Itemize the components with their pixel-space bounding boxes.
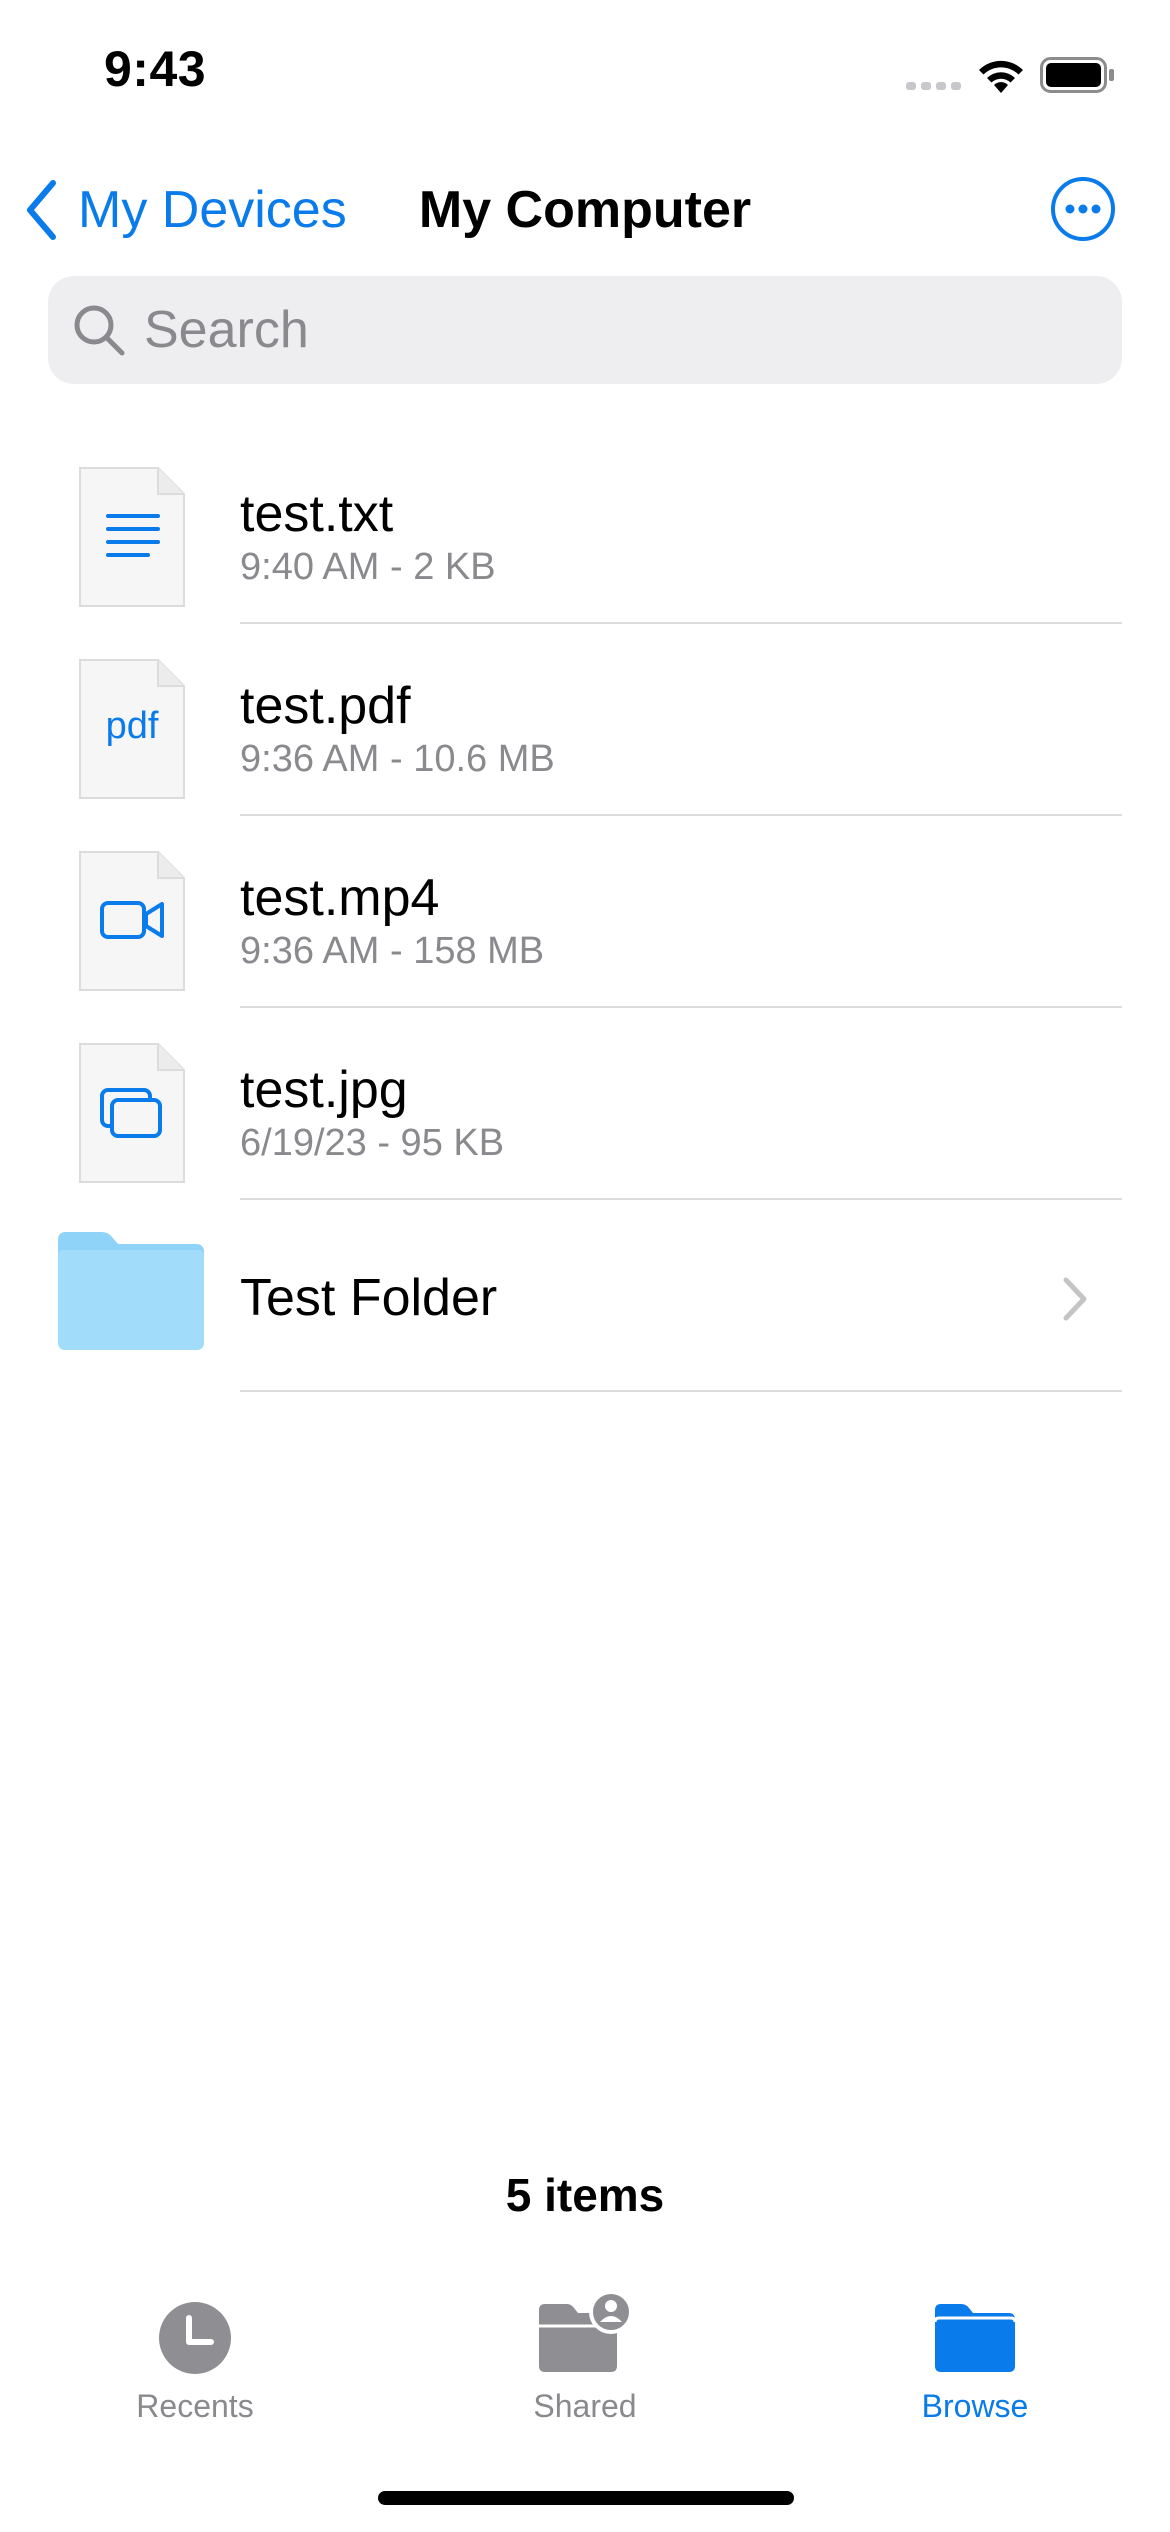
tab-shared[interactable]: Shared [460, 2290, 710, 2425]
tab-recents[interactable]: Recents [70, 2290, 320, 2425]
more-options-icon[interactable] [1050, 176, 1116, 242]
file-name: test.pdf [240, 677, 411, 735]
pdf-document-icon: pdf [79, 659, 185, 799]
video-document-icon [79, 851, 185, 991]
wifi-icon [979, 60, 1023, 93]
file-row[interactable]: test.jpg 6/19/23 - 95 KB [0, 1008, 1170, 1200]
cellular-signal-icon [906, 82, 961, 90]
tab-label: Shared [533, 2388, 637, 2424]
item-count: 5 items [505, 2169, 665, 2221]
back-button-label: My Devices [78, 181, 347, 239]
folder-icon [933, 2304, 1017, 2372]
file-meta: 9:36 AM - 158 MB [240, 930, 545, 972]
text-document-icon [79, 467, 185, 607]
file-name: test.jpg [240, 1061, 408, 1119]
chevron-right-icon [1063, 1277, 1087, 1321]
search-bar[interactable] [48, 276, 1122, 384]
search-input[interactable] [142, 299, 1046, 361]
file-meta: 6/19/23 - 95 KB [240, 1122, 505, 1164]
file-row[interactable]: test.txt 9:40 AM - 2 KB [0, 432, 1170, 624]
file-row[interactable]: pdf test.pdf 9:36 AM - 10.6 MB [0, 624, 1170, 816]
battery-icon [1040, 57, 1114, 93]
chevron-left-icon [27, 180, 56, 240]
folder-row[interactable]: Test Folder [0, 1200, 1170, 1392]
clock-icon [159, 2302, 231, 2374]
file-row[interactable]: test.mp4 9:36 AM - 158 MB [0, 816, 1170, 1008]
file-name: test.mp4 [240, 869, 440, 927]
file-name: test.txt [240, 485, 394, 543]
tab-label: Recents [136, 2388, 254, 2424]
home-indicator[interactable] [378, 2491, 794, 2505]
file-meta: 9:40 AM - 2 KB [240, 546, 496, 588]
search-icon [74, 305, 125, 356]
back-button[interactable]: My Devices [24, 175, 347, 245]
tab-browse[interactable]: Browse [850, 2290, 1100, 2425]
image-document-icon [79, 1043, 185, 1183]
separator [240, 1390, 1122, 1392]
tab-label: Browse [921, 2388, 1029, 2424]
folder-name: Test Folder [240, 1269, 498, 1327]
file-meta: 9:36 AM - 10.6 MB [240, 738, 555, 780]
shared-folder-icon [539, 2290, 633, 2372]
folder-icon [58, 1232, 204, 1350]
status-time: 9:43 [104, 41, 207, 97]
svg-text:pdf: pdf [106, 705, 159, 747]
